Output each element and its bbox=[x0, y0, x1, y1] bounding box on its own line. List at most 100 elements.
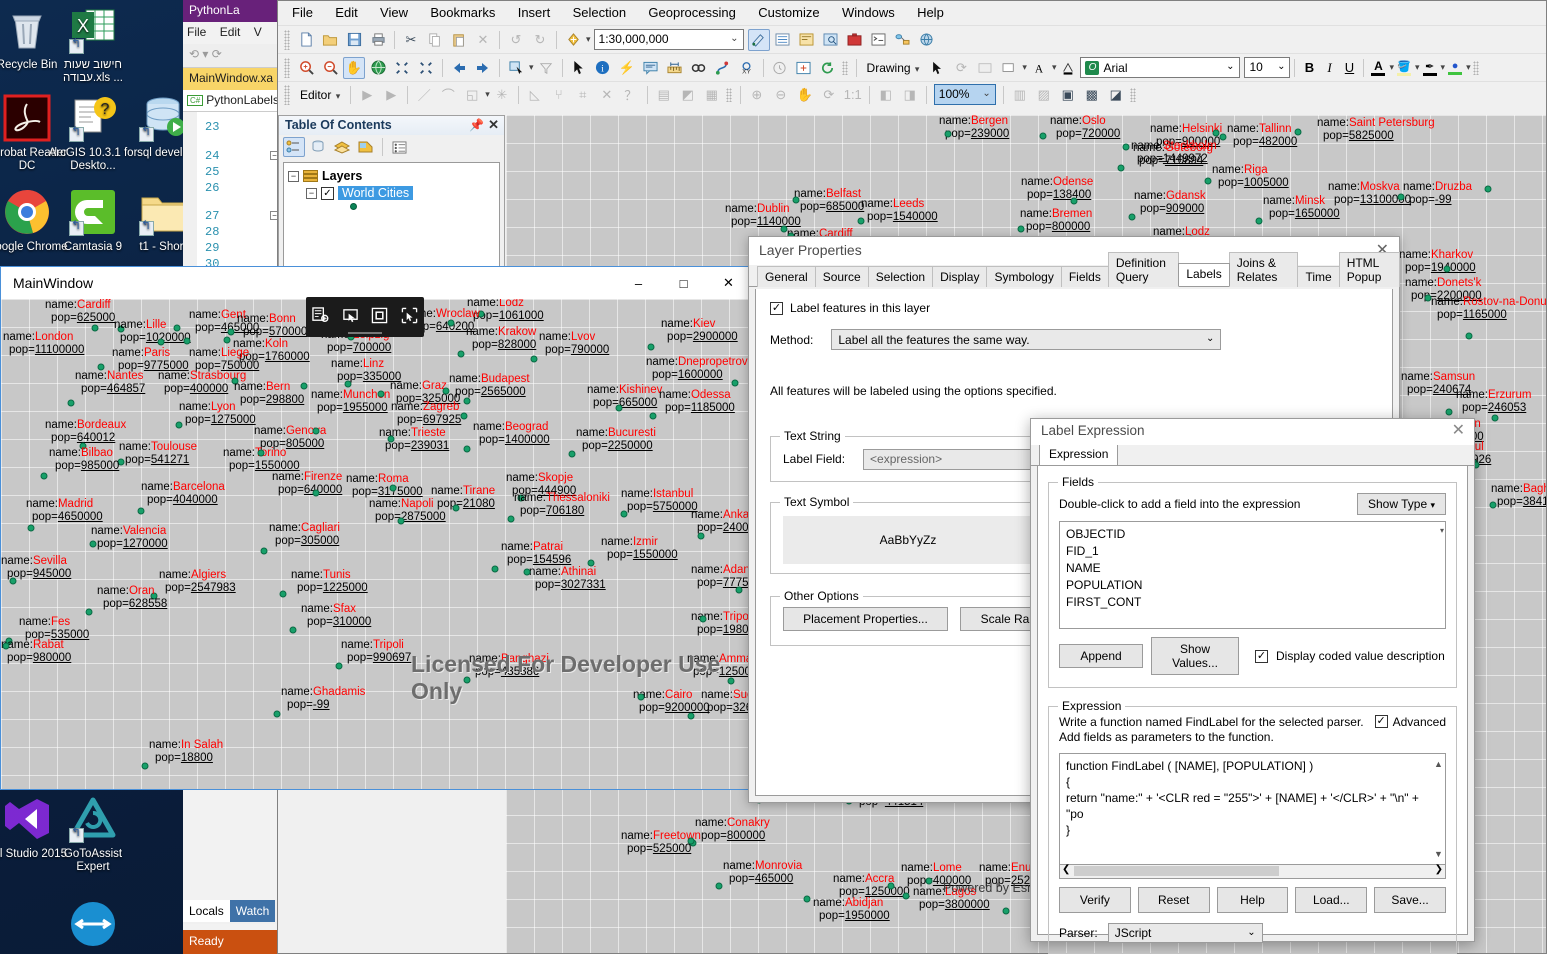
fixed-zoom-in-icon[interactable] bbox=[391, 57, 413, 79]
map-city-point[interactable] bbox=[227, 328, 235, 336]
label-expression-titlebar[interactable]: Label Expression ✕ bbox=[1031, 419, 1474, 445]
create-viewer-window-icon[interactable] bbox=[793, 57, 815, 79]
map-city-point[interactable] bbox=[687, 837, 695, 845]
undo-edit-icon[interactable]: ？ bbox=[620, 84, 642, 106]
chevron-down-icon[interactable]: ▾ bbox=[915, 64, 920, 74]
pin-icon[interactable]: 📌 bbox=[469, 118, 484, 132]
map-city-point[interactable] bbox=[615, 404, 623, 412]
chevron-down-icon[interactable]: ⌄ bbox=[1277, 61, 1285, 72]
open-icon[interactable] bbox=[319, 29, 341, 51]
map-city-point[interactable] bbox=[137, 507, 145, 515]
effects-swipe-icon[interactable]: ▥ bbox=[1009, 84, 1031, 106]
map-city-point[interactable] bbox=[507, 515, 515, 523]
map-city-point[interactable] bbox=[312, 427, 320, 435]
redo-icon[interactable]: ↻ bbox=[529, 29, 551, 51]
tab-fields[interactable]: Fields bbox=[1060, 266, 1109, 287]
fields-list[interactable]: OBJECTID FID_1 NAME POPULATION FIRST_CON… bbox=[1059, 521, 1446, 629]
underline-button[interactable]: U bbox=[1339, 60, 1359, 75]
map-city-point[interactable] bbox=[1039, 132, 1047, 140]
python-window-icon[interactable] bbox=[868, 29, 890, 51]
refresh-icon[interactable] bbox=[817, 57, 839, 79]
effects-georef-icon[interactable]: ◪ bbox=[1105, 84, 1127, 106]
marker-color-dropdown-icon[interactable]: ▾ bbox=[1466, 62, 1471, 73]
label-expression-dialog[interactable]: Label Expression ✕ Expression Fields Dou… bbox=[1030, 418, 1475, 954]
chevron-down-icon[interactable]: ▾ bbox=[1430, 500, 1435, 510]
menu-windows[interactable]: Windows bbox=[842, 5, 895, 20]
expression-textarea[interactable]: function FindLabel ( [NAME], [POPULATION… bbox=[1059, 753, 1446, 865]
effects-flicker-icon[interactable]: ▨ bbox=[1033, 84, 1055, 106]
map-city-point[interactable] bbox=[157, 338, 165, 346]
map-city-point[interactable] bbox=[2, 642, 10, 650]
map-city-point[interactable] bbox=[620, 510, 628, 518]
hyperlink-icon[interactable]: ⚡ bbox=[616, 57, 638, 79]
construction-icon[interactable]: ✕ bbox=[596, 84, 618, 106]
editor-toolbar-toggle-icon[interactable] bbox=[747, 28, 770, 51]
map-city-point[interactable] bbox=[387, 435, 395, 443]
map-city-point[interactable] bbox=[715, 882, 723, 890]
method-combo[interactable]: Label all the features the same way. ⌄ bbox=[831, 329, 1222, 350]
label-features-checkbox[interactable]: ✓ bbox=[770, 301, 783, 315]
undo-icon[interactable]: ↺ bbox=[505, 29, 527, 51]
map-city-point[interactable] bbox=[1443, 265, 1451, 273]
html-popup-icon[interactable] bbox=[640, 57, 662, 79]
add-data-icon[interactable] bbox=[562, 29, 584, 51]
map-city-point[interactable] bbox=[1445, 408, 1453, 416]
vs-live-visual-tree-overlay[interactable] bbox=[306, 297, 424, 337]
map-city-point[interactable] bbox=[457, 350, 465, 358]
field-item-fid1[interactable]: FID_1 bbox=[1066, 543, 1439, 560]
menu-view[interactable]: View bbox=[380, 5, 408, 20]
map-scale-combo[interactable]: 1:30,000,000 ⌄ bbox=[593, 29, 744, 50]
map-city-point[interactable] bbox=[1017, 225, 1025, 233]
draw-shape-icon[interactable] bbox=[998, 57, 1020, 79]
edit-annotation-icon[interactable]: ▶ bbox=[380, 84, 402, 106]
expression-horizontal-scrollbar[interactable]: ❮ ❯ bbox=[1059, 864, 1446, 879]
font-size-combo[interactable]: 10 ⌄ bbox=[1244, 57, 1291, 78]
toc-layer-world-cities[interactable]: − ✓ World Cities bbox=[306, 186, 495, 200]
tab-joins-relates[interactable]: Joins & Relates bbox=[1228, 252, 1299, 287]
map-city-point[interactable] bbox=[85, 608, 93, 616]
verify-button[interactable]: Verify bbox=[1059, 887, 1131, 913]
map-city-point[interactable] bbox=[463, 397, 471, 405]
pan-icon[interactable]: ✋ bbox=[343, 56, 365, 79]
map-city-point[interactable] bbox=[887, 882, 895, 890]
map-city-point[interactable] bbox=[260, 547, 268, 555]
map-city-point[interactable] bbox=[223, 336, 231, 344]
parser-combo[interactable]: JScript ⌄ bbox=[1107, 923, 1263, 943]
menu-selection[interactable]: Selection bbox=[573, 5, 626, 20]
map-city-point[interactable] bbox=[587, 559, 595, 567]
advanced-checkbox[interactable]: ✓ bbox=[1374, 715, 1388, 728]
method-row[interactable]: Method: Label all the features the same … bbox=[770, 329, 1378, 350]
edit-tool-icon[interactable]: ▶ bbox=[356, 84, 378, 106]
effects-zoom-out-icon[interactable]: ⊖ bbox=[770, 84, 792, 106]
placement-properties-button[interactable]: Placement Properties... bbox=[783, 607, 948, 631]
find-icon[interactable] bbox=[688, 57, 710, 79]
field-item-objectid[interactable]: OBJECTID bbox=[1066, 526, 1439, 543]
menu-help[interactable]: Help bbox=[917, 5, 944, 20]
select-features-icon[interactable] bbox=[505, 57, 527, 79]
map-city-point[interactable] bbox=[530, 355, 538, 363]
draw-rectangle-icon[interactable] bbox=[974, 57, 996, 79]
close-icon[interactable]: ✕ bbox=[488, 117, 499, 133]
map-city-point[interactable] bbox=[803, 895, 811, 903]
list-by-visibility-icon[interactable] bbox=[331, 137, 353, 157]
save-button[interactable]: Save... bbox=[1374, 887, 1446, 913]
trace-icon[interactable]: ◱ bbox=[461, 84, 483, 106]
field-item-firstcont[interactable]: FIRST_CONT bbox=[1066, 594, 1439, 611]
arcgis-online-icon[interactable] bbox=[916, 29, 938, 51]
tab-display[interactable]: Display bbox=[932, 266, 988, 287]
bold-button[interactable]: B bbox=[1299, 60, 1319, 75]
drawing-menu[interactable]: Drawing ▾ bbox=[861, 61, 926, 75]
cut-polygons-icon[interactable]: ◺ bbox=[524, 84, 546, 106]
catalog-window-icon[interactable] bbox=[796, 29, 818, 51]
expression-vertical-scrollbar[interactable]: ▲ ▼ bbox=[1432, 754, 1445, 864]
map-city-point[interactable] bbox=[1465, 332, 1473, 340]
mainwindow-window[interactable]: MainWindow – □ ✕ name:Bergenpop=239000na… bbox=[0, 266, 752, 790]
effects-zoom-in-icon[interactable]: ⊕ bbox=[746, 84, 768, 106]
italic-button[interactable]: I bbox=[1319, 60, 1339, 76]
scroll-down-icon[interactable]: ▼ bbox=[1432, 846, 1445, 862]
layer-properties-tabs[interactable]: General Source Selection Display Symbolo… bbox=[749, 252, 1400, 287]
chevron-down-icon[interactable]: ⌄ bbox=[730, 33, 738, 44]
tools-toolbar[interactable]: ✋ ▾ i ⚡ XY Drawing ▾ ⟳ ▾ A ▾ O Arial ⌄ 1… bbox=[278, 53, 1546, 81]
map-city-point[interactable] bbox=[173, 324, 181, 332]
map-city-point[interactable] bbox=[463, 445, 471, 453]
